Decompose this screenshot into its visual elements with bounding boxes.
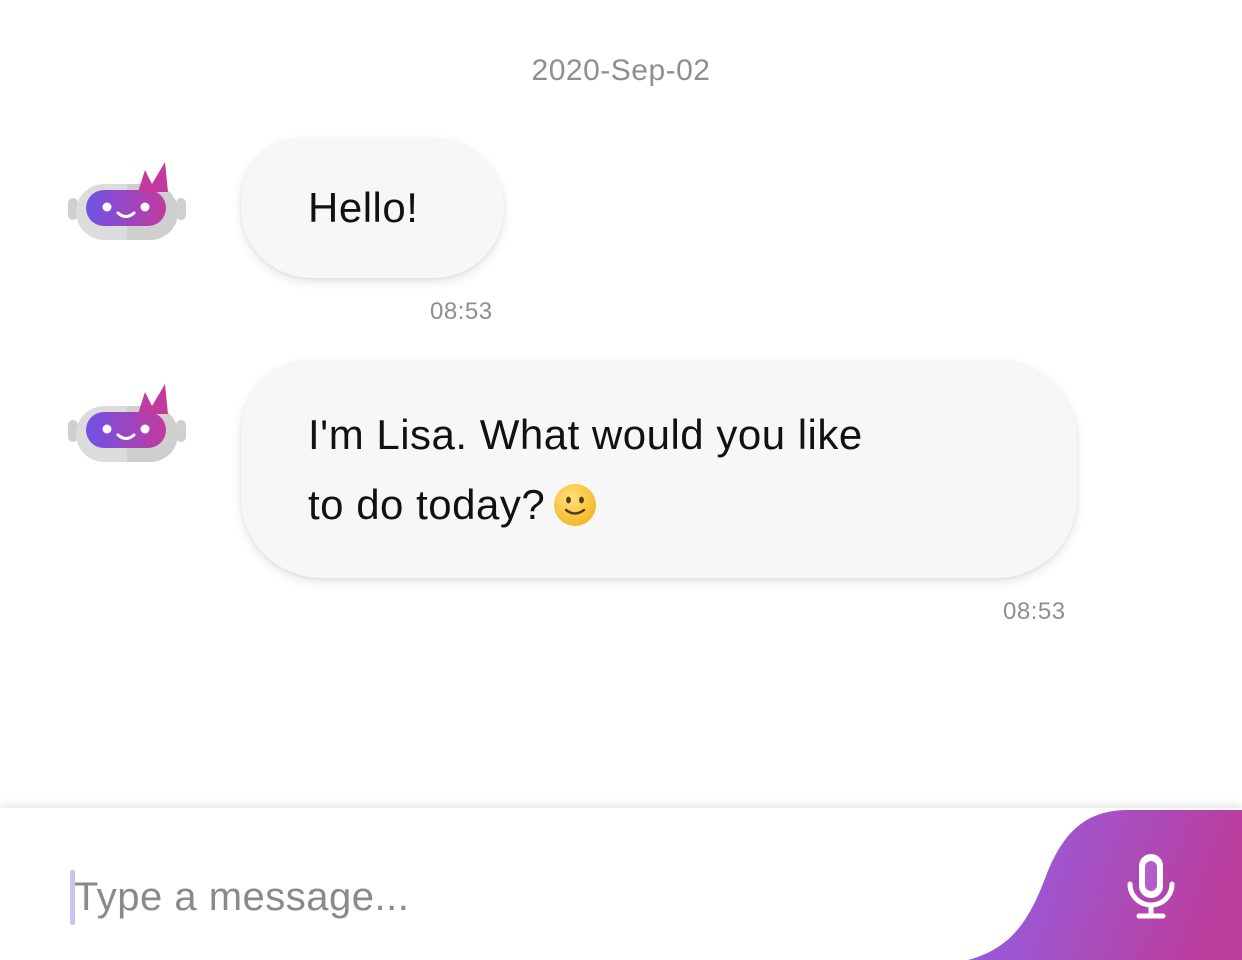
message-bubble: I'm Lisa. What would you like to do toda… <box>241 360 1077 578</box>
message-text: Hello! <box>308 184 419 231</box>
voice-input-button[interactable] <box>968 808 1242 960</box>
slightly-smiling-face-icon <box>553 478 597 526</box>
message-input[interactable] <box>74 866 954 928</box>
message-timestamp: 08:53 <box>430 298 493 325</box>
message-text-line-1: I'm Lisa. What would you like <box>308 411 863 458</box>
message-composer <box>0 808 1242 960</box>
chat-history: 2020-Sep-02 Hello! 08:53 I'm Lisa. What … <box>0 0 1242 808</box>
bot-avatar-icon <box>66 382 188 468</box>
bot-avatar-icon <box>66 160 188 246</box>
message-timestamp: 08:53 <box>1003 598 1066 625</box>
message-bubble: Hello! <box>241 138 504 278</box>
message-text-line-2: to do today? <box>308 470 1077 540</box>
date-separator: 2020-Sep-02 <box>531 54 711 87</box>
message-text: to do today? <box>308 481 546 528</box>
